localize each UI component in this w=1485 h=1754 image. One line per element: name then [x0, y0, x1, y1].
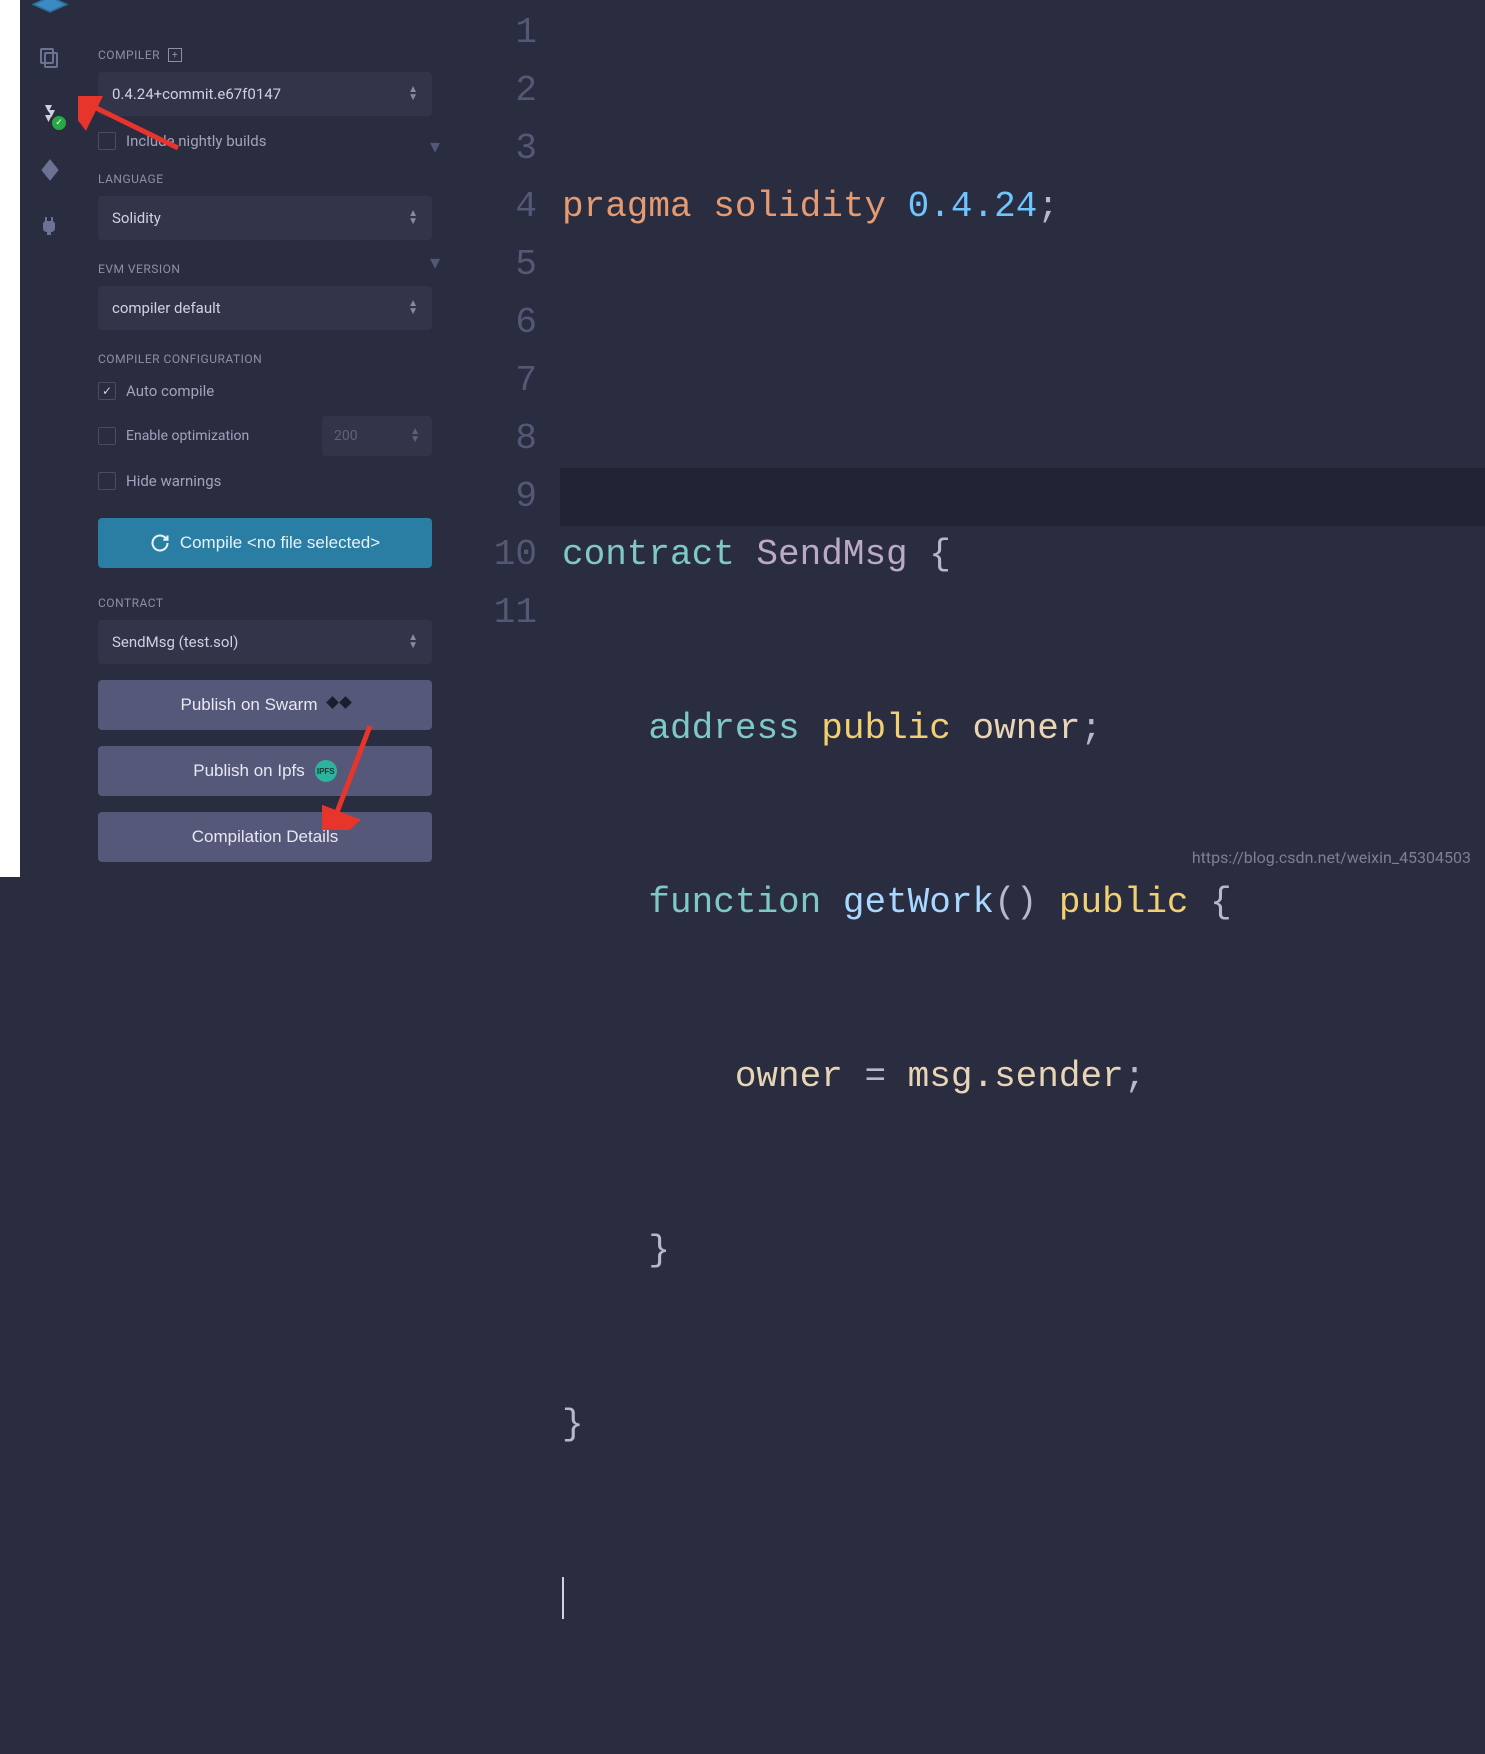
- include-nightly-checkbox[interactable]: [98, 132, 116, 150]
- hide-warnings-checkbox[interactable]: [98, 472, 116, 490]
- fold-marker-icon[interactable]: ▾: [430, 236, 440, 294]
- compile-button[interactable]: Compile <no file selected>: [98, 518, 432, 568]
- fold-marker-icon[interactable]: ▾: [430, 120, 440, 178]
- language-select[interactable]: Solidity ▲▼: [98, 196, 432, 240]
- optimization-runs-input[interactable]: 200 ▲▼: [322, 416, 432, 456]
- remix-logo-icon: [30, 0, 70, 16]
- watermark-text: https://blog.csdn.net/weixin_45304503: [1192, 848, 1471, 867]
- auto-compile-label: Auto compile: [126, 382, 214, 400]
- evm-version-select[interactable]: compiler default ▲▼: [98, 286, 432, 330]
- chevron-updown-icon: ▲▼: [408, 86, 418, 102]
- auto-compile-checkbox[interactable]: [98, 382, 116, 400]
- compilation-details-button[interactable]: Compilation Details: [98, 812, 432, 862]
- ipfs-icon: IPFS: [315, 760, 337, 782]
- include-nightly-label: Include nightly builds: [126, 132, 266, 150]
- compiler-label: COMPILER +: [98, 48, 432, 62]
- deploy-run-icon[interactable]: [36, 156, 64, 184]
- plugin-manager-icon[interactable]: [36, 212, 64, 240]
- line-number-gutter: 1 2 ▾3 4 ▾5 6 7 8 9 10 11: [450, 0, 560, 877]
- compile-success-badge: ✓: [52, 116, 66, 130]
- swarm-icon: [328, 696, 350, 714]
- chevron-updown-icon: ▲▼: [410, 428, 420, 444]
- code-editor[interactable]: 1 2 ▾3 4 ▾5 6 7 8 9 10 11 pragma solidit…: [450, 0, 1485, 877]
- compiler-config-label: COMPILER CONFIGURATION: [98, 352, 432, 366]
- code-content[interactable]: pragma solidity 0.4.24; contract SendMsg…: [560, 0, 1485, 877]
- optimization-checkbox[interactable]: [98, 427, 116, 445]
- optimization-label: Enable optimization: [126, 428, 249, 444]
- activity-bar: ✓: [20, 0, 80, 877]
- publish-ipfs-button[interactable]: Publish on Ipfs IPFS: [98, 746, 432, 796]
- compiler-panel: COMPILER + 0.4.24+commit.e67f0147 ▲▼ Inc…: [80, 0, 450, 877]
- chevron-updown-icon: ▲▼: [408, 210, 418, 226]
- contract-label: CONTRACT: [98, 596, 432, 610]
- add-compiler-icon[interactable]: +: [168, 48, 182, 62]
- file-explorer-icon[interactable]: [36, 44, 64, 72]
- solidity-compiler-icon[interactable]: ✓: [36, 100, 64, 128]
- chevron-updown-icon: ▲▼: [408, 300, 418, 316]
- optimization-row: Enable optimization 200 ▲▼: [98, 416, 432, 456]
- text-cursor: [562, 1577, 564, 1619]
- contract-select[interactable]: SendMsg (test.sol) ▲▼: [98, 620, 432, 664]
- refresh-icon: [150, 533, 170, 553]
- compiler-version-select[interactable]: 0.4.24+commit.e67f0147 ▲▼: [98, 72, 432, 116]
- evm-version-label: EVM VERSION: [98, 262, 432, 276]
- hide-warnings-label: Hide warnings: [126, 472, 221, 490]
- language-label: LANGUAGE: [98, 172, 432, 186]
- publish-swarm-button[interactable]: Publish on Swarm: [98, 680, 432, 730]
- include-nightly-row: Include nightly builds: [98, 132, 432, 150]
- hide-warnings-row: Hide warnings: [98, 472, 432, 490]
- chevron-updown-icon: ▲▼: [408, 634, 418, 650]
- browser-left-strip: [0, 0, 20, 877]
- current-line-highlight: [560, 468, 1485, 526]
- auto-compile-row: Auto compile: [98, 382, 432, 400]
